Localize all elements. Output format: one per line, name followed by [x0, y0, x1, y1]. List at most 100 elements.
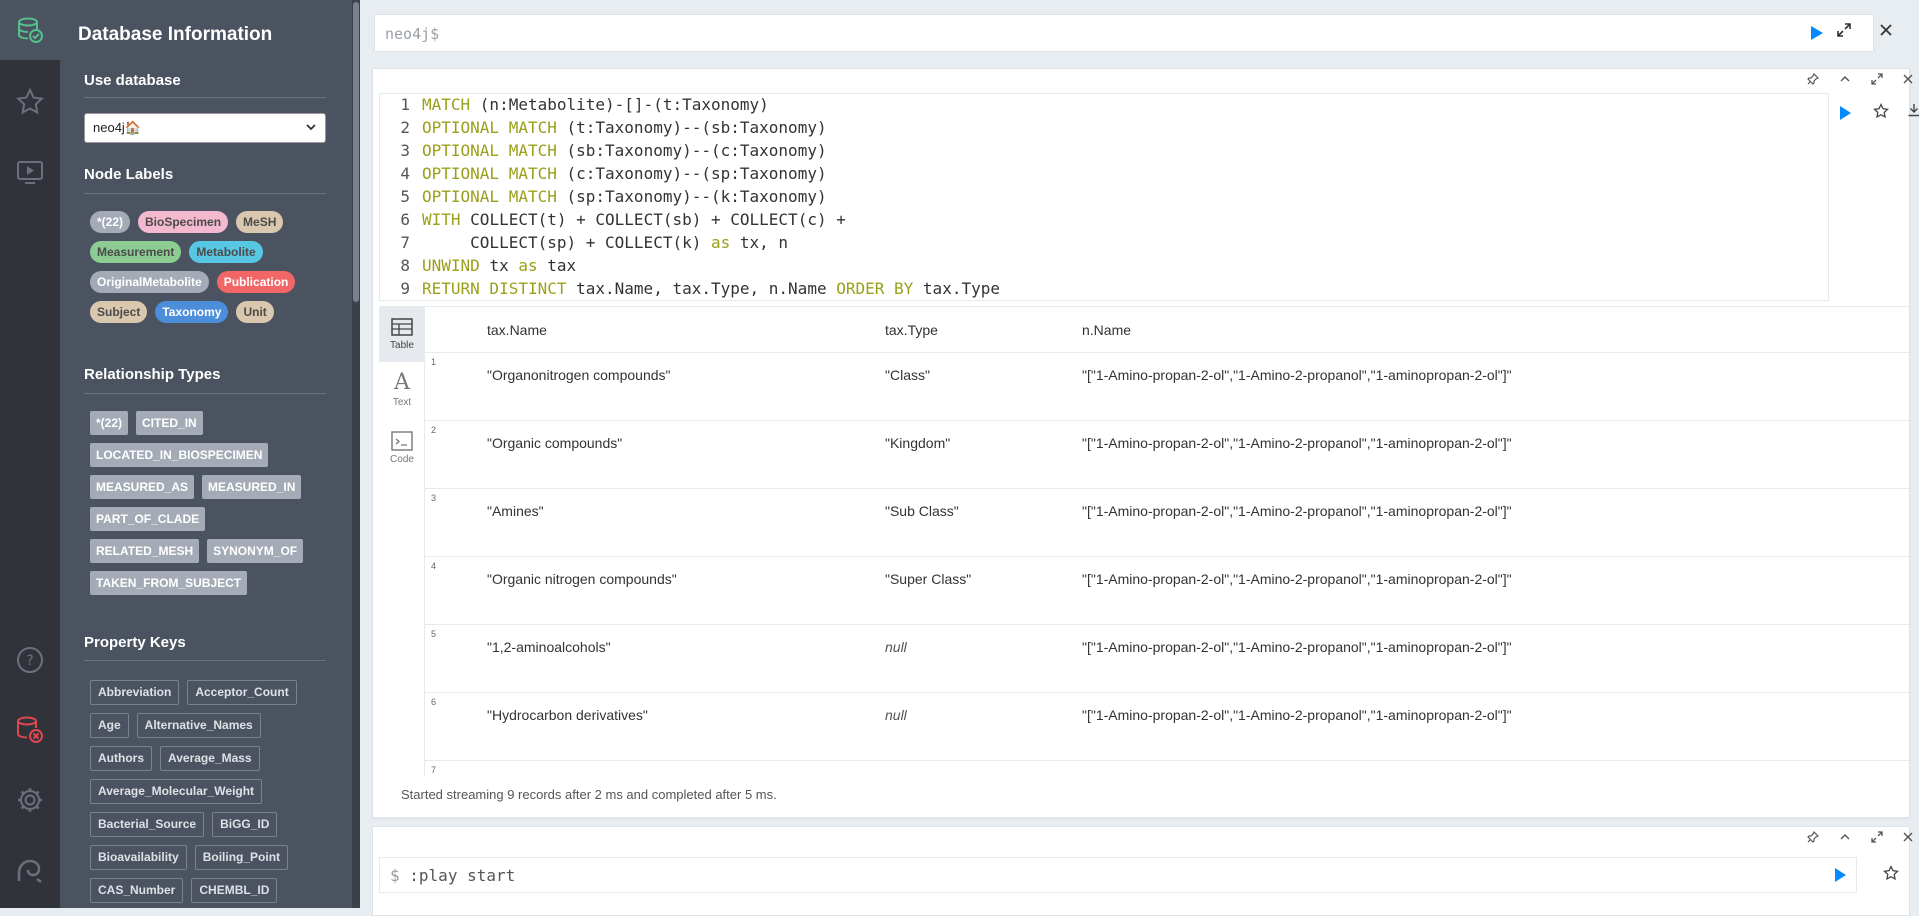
- code-icon: [391, 431, 413, 451]
- line-number: 2: [400, 118, 410, 137]
- code-text: (n:Metabolite)-[]-(t:Taxonomy): [479, 95, 769, 114]
- property-key-tag[interactable]: Abbreviation: [90, 680, 180, 705]
- code-text: COLLECT(t) + COLLECT(sb) + COLLECT(c) +: [470, 210, 846, 229]
- node-label-pill[interactable]: Subject: [90, 301, 148, 323]
- code-keyword: OPTIONAL MATCH: [422, 118, 567, 137]
- cell-n-name: "["1-Amino-propan-2-ol","1-Amino-2-propa…: [1082, 435, 1512, 451]
- database-select[interactable]: neo4j🏠: [84, 113, 326, 143]
- relationship-type-tag[interactable]: LOCATED_IN_BIOSPECIMEN: [90, 443, 269, 467]
- relationship-type-tag[interactable]: *(22): [90, 411, 129, 435]
- table-row: 1 "Organonitrogen compounds" "Class" "["1-A…: [425, 353, 1909, 421]
- property-key-tag[interactable]: CHEMBL_ID: [191, 878, 278, 903]
- property-key-tag[interactable]: Average_Molecular_Weight: [90, 779, 263, 804]
- node-label-pill[interactable]: Metabolite: [189, 241, 263, 263]
- property-key-tag[interactable]: Bacterial_Source: [90, 812, 205, 837]
- relationship-type-tag[interactable]: RELATED_MESH: [90, 539, 200, 563]
- property-keys-list: Abbreviation Acceptor_Count Age Alternative…: [86, 676, 328, 907]
- line-number: 1: [400, 95, 410, 114]
- close-frame-icon[interactable]: [1902, 831, 1914, 843]
- node-label-pill[interactable]: BioSpecimen: [138, 211, 229, 233]
- status-message: Started streaming 9 records after 2 ms a…: [401, 787, 777, 802]
- favorite-star-icon[interactable]: [1873, 103, 1889, 119]
- play-start-command[interactable]: $ :play start: [379, 857, 1857, 893]
- column-header-tax-type[interactable]: tax.Type: [885, 322, 938, 338]
- result-table: tax.Name tax.Type n.Name 1 "Organonitroge…: [425, 306, 1909, 776]
- column-header-n-name[interactable]: n.Name: [1082, 322, 1131, 338]
- property-key-tag[interactable]: BiGG_ID: [212, 812, 278, 837]
- node-label-pill[interactable]: Measurement: [90, 241, 182, 263]
- fullscreen-icon[interactable]: [1871, 73, 1883, 85]
- property-key-tag[interactable]: Alternative_Names: [136, 713, 261, 738]
- tab-text[interactable]: A Text: [379, 362, 425, 418]
- relationship-type-tag[interactable]: MEASURED_IN: [202, 475, 302, 499]
- relationship-type-tag[interactable]: TAKEN_FROM_SUBJECT: [90, 571, 248, 595]
- fullscreen-icon[interactable]: [1871, 831, 1883, 843]
- column-header-tax-name[interactable]: tax.Name: [487, 322, 547, 338]
- node-label-pill[interactable]: Taxonomy: [155, 301, 229, 323]
- cell-tax-name: "1,2-aminoalcohols": [487, 639, 611, 655]
- relationship-type-tag[interactable]: SYNONYM_OF: [207, 539, 304, 563]
- pin-icon[interactable]: [1807, 831, 1819, 843]
- play-start-frame: $ :play start: [372, 826, 1913, 916]
- connection-error-icon[interactable]: [0, 700, 60, 760]
- property-key-tag[interactable]: Bioavailability: [90, 845, 187, 870]
- cell-tax-type: "Super Class": [885, 571, 972, 587]
- node-labels-list: *(22) BioSpecimen MeSH Measurement Metabolit…: [86, 207, 336, 327]
- table-row: 6 "Hydrocarbon derivatives" null "["1-Amino…: [425, 693, 1909, 761]
- collapse-icon[interactable]: [1839, 73, 1851, 85]
- use-database-heading: Use database: [84, 72, 181, 89]
- property-key-tag[interactable]: Age: [90, 713, 129, 738]
- gear-icon[interactable]: [0, 770, 60, 830]
- code-text: tx: [489, 256, 519, 275]
- close-editor-icon[interactable]: [1878, 22, 1894, 38]
- svg-text:?: ?: [26, 653, 33, 669]
- node-label-pill[interactable]: *(22): [90, 211, 131, 233]
- expand-editor-icon[interactable]: [1836, 22, 1852, 38]
- property-key-tag[interactable]: Boiling_Point: [194, 845, 289, 870]
- node-label-pill[interactable]: MeSH: [236, 211, 284, 233]
- code-line: 3 OPTIONAL MATCH (sb:Taxonomy)--(c:Taxono…: [380, 139, 826, 162]
- property-key-tag[interactable]: Average_Mass: [160, 746, 260, 771]
- relationship-type-tag[interactable]: MEASURED_AS: [90, 475, 195, 499]
- property-key-tag[interactable]: CAS_Number: [90, 878, 184, 903]
- cell-n-name: "["1-Amino-propan-2-ol","1-Amino-2-propa…: [1082, 775, 1512, 776]
- database-information-drawer: Database Information Use database neo4j🏠…: [60, 0, 360, 908]
- tab-table[interactable]: Table: [379, 306, 425, 362]
- code-line: 7 COLLECT(sp) + COLLECT(k) as tx, n: [380, 231, 788, 254]
- rerun-query-icon[interactable]: [1837, 105, 1853, 121]
- cypher-editor[interactable]: neo4j$: [374, 14, 1874, 52]
- database-icon[interactable]: [0, 0, 60, 60]
- drawer-scrollbar[interactable]: [352, 0, 360, 908]
- run-query-icon[interactable]: [1807, 24, 1825, 42]
- property-key-tag[interactable]: Authors: [90, 746, 152, 771]
- node-label-pill[interactable]: Publication: [216, 271, 296, 293]
- property-key-tag[interactable]: Acceptor_Count: [187, 680, 297, 705]
- drawer-title: Database Information: [78, 24, 273, 45]
- code-keyword: WITH: [422, 210, 471, 229]
- node-label-pill[interactable]: OriginalMetabolite: [90, 271, 209, 293]
- code-text: tax.Type: [922, 279, 1000, 298]
- relationship-type-tag[interactable]: CITED_IN: [136, 411, 203, 435]
- code-line: 8 UNWIND tx as tax: [380, 254, 576, 277]
- help-icon[interactable]: ?: [0, 630, 60, 690]
- code-keyword: as: [518, 256, 538, 275]
- code-keyword: ORDER BY: [836, 279, 923, 298]
- pin-icon[interactable]: [1807, 73, 1819, 85]
- query-code[interactable]: 1 MATCH (n:Metabolite)-[]-(t:Taxonomy) 2 OP…: [379, 93, 1829, 301]
- relationship-type-tag[interactable]: PART_OF_CLADE: [90, 507, 206, 531]
- line-number: 7: [400, 233, 410, 252]
- star-icon[interactable]: [0, 72, 60, 132]
- tab-code[interactable]: Code: [379, 420, 425, 476]
- node-label-pill[interactable]: Unit: [236, 301, 274, 323]
- collapse-icon[interactable]: [1839, 831, 1851, 843]
- about-icon[interactable]: [0, 840, 60, 900]
- line-number: 8: [400, 256, 410, 275]
- cell-tax-name: "Hydrocarbon derivatives": [487, 707, 648, 723]
- favorite-star-icon[interactable]: [1883, 865, 1899, 881]
- run-command-icon[interactable]: [1832, 867, 1848, 883]
- command-text: :play start: [409, 866, 516, 885]
- download-icon[interactable]: [1907, 103, 1919, 117]
- guides-icon[interactable]: [0, 142, 60, 202]
- cell-tax-name: "Organic compounds": [487, 435, 623, 451]
- close-frame-icon[interactable]: [1902, 73, 1914, 85]
